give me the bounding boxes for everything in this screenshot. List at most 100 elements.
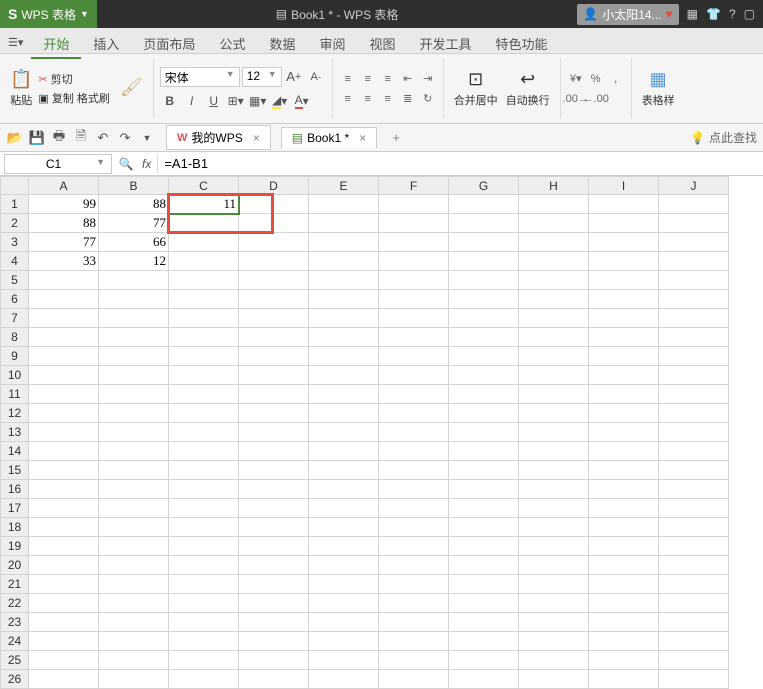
decrease-decimal-button[interactable]: ←.00 (587, 90, 605, 108)
cell-G18[interactable] (449, 518, 519, 537)
cell-G8[interactable] (449, 328, 519, 347)
cell-G7[interactable] (449, 309, 519, 328)
cell-C23[interactable] (169, 613, 239, 632)
cell-F14[interactable] (379, 442, 449, 461)
close-icon[interactable]: × (359, 131, 366, 145)
cell-C1[interactable]: 11 (169, 195, 239, 214)
cell-I9[interactable] (589, 347, 659, 366)
cell-D23[interactable] (239, 613, 309, 632)
cell-F6[interactable] (379, 290, 449, 309)
cell-C13[interactable] (169, 423, 239, 442)
cell-E26[interactable] (309, 670, 379, 689)
cell-E8[interactable] (309, 328, 379, 347)
cell-C18[interactable] (169, 518, 239, 537)
cell-C12[interactable] (169, 404, 239, 423)
cell-I17[interactable] (589, 499, 659, 518)
cell-D24[interactable] (239, 632, 309, 651)
cell-I23[interactable] (589, 613, 659, 632)
row-header-1[interactable]: 1 (1, 195, 29, 214)
row-header-10[interactable]: 10 (1, 366, 29, 385)
cell-A14[interactable] (29, 442, 99, 461)
cell-A8[interactable] (29, 328, 99, 347)
cell-F21[interactable] (379, 575, 449, 594)
cell-B20[interactable] (99, 556, 169, 575)
cell-C8[interactable] (169, 328, 239, 347)
cell-I5[interactable] (589, 271, 659, 290)
row-header-18[interactable]: 18 (1, 518, 29, 537)
cell-J8[interactable] (659, 328, 729, 347)
cell-C21[interactable] (169, 575, 239, 594)
cell-A15[interactable] (29, 461, 99, 480)
cell-D12[interactable] (239, 404, 309, 423)
cell-C5[interactable] (169, 271, 239, 290)
row-header-20[interactable]: 20 (1, 556, 29, 575)
cell-D16[interactable] (239, 480, 309, 499)
redo-icon[interactable]: ↷ (116, 129, 134, 147)
cell-G20[interactable] (449, 556, 519, 575)
cell-E23[interactable] (309, 613, 379, 632)
cell-J25[interactable] (659, 651, 729, 670)
cell-A21[interactable] (29, 575, 99, 594)
cell-C7[interactable] (169, 309, 239, 328)
cell-C6[interactable] (169, 290, 239, 309)
undo-icon[interactable]: ↶ (94, 129, 112, 147)
cell-C4[interactable] (169, 252, 239, 271)
zoom-icon[interactable]: 🔍 (116, 157, 136, 171)
align-bottom-button[interactable]: ≡ (379, 70, 397, 88)
cell-E19[interactable] (309, 537, 379, 556)
cell-A18[interactable] (29, 518, 99, 537)
qat-dropdown-icon[interactable]: ▼ (138, 129, 156, 147)
cell-B21[interactable] (99, 575, 169, 594)
menu-tab-开发工具[interactable]: 开发工具 (408, 32, 484, 57)
cell-I2[interactable] (589, 214, 659, 233)
cell-J7[interactable] (659, 309, 729, 328)
cell-C16[interactable] (169, 480, 239, 499)
cell-J3[interactable] (659, 233, 729, 252)
cell-B7[interactable] (99, 309, 169, 328)
cell-I3[interactable] (589, 233, 659, 252)
cell-F9[interactable] (379, 347, 449, 366)
merge-center-button[interactable]: ⊡ 合并居中 (450, 67, 502, 110)
cell-F18[interactable] (379, 518, 449, 537)
cell-H16[interactable] (519, 480, 589, 499)
cell-E2[interactable] (309, 214, 379, 233)
cell-J21[interactable] (659, 575, 729, 594)
menu-tab-开始[interactable]: 开始 (31, 32, 81, 59)
cell-E17[interactable] (309, 499, 379, 518)
cell-I20[interactable] (589, 556, 659, 575)
cell-J13[interactable] (659, 423, 729, 442)
cell-C22[interactable] (169, 594, 239, 613)
cell-B10[interactable] (99, 366, 169, 385)
cell-D21[interactable] (239, 575, 309, 594)
cell-A9[interactable] (29, 347, 99, 366)
cell-J4[interactable] (659, 252, 729, 271)
cell-D20[interactable] (239, 556, 309, 575)
cell-H26[interactable] (519, 670, 589, 689)
cell-I4[interactable] (589, 252, 659, 271)
cell-H17[interactable] (519, 499, 589, 518)
cell-A7[interactable] (29, 309, 99, 328)
menu-tab-数据[interactable]: 数据 (257, 32, 307, 57)
cell-A12[interactable] (29, 404, 99, 423)
cell-H13[interactable] (519, 423, 589, 442)
cell-J23[interactable] (659, 613, 729, 632)
cell-C11[interactable] (169, 385, 239, 404)
wallet-icon[interactable]: ▦ (687, 7, 698, 21)
align-left-button[interactable]: ≡ (339, 90, 357, 108)
cell-J18[interactable] (659, 518, 729, 537)
cell-F7[interactable] (379, 309, 449, 328)
cell-H1[interactable] (519, 195, 589, 214)
user-badge[interactable]: 👤 小太阳14... ♥ (577, 4, 678, 25)
cell-I13[interactable] (589, 423, 659, 442)
cell-E7[interactable] (309, 309, 379, 328)
cell-B9[interactable] (99, 347, 169, 366)
row-header-16[interactable]: 16 (1, 480, 29, 499)
menu-tab-特色功能[interactable]: 特色功能 (484, 32, 560, 57)
cell-B13[interactable] (99, 423, 169, 442)
column-header-F[interactable]: F (379, 177, 449, 195)
cell-A22[interactable] (29, 594, 99, 613)
cell-I10[interactable] (589, 366, 659, 385)
cell-B14[interactable] (99, 442, 169, 461)
row-header-15[interactable]: 15 (1, 461, 29, 480)
wps-menu-button[interactable]: S WPS 表格 ▼ (0, 0, 97, 28)
